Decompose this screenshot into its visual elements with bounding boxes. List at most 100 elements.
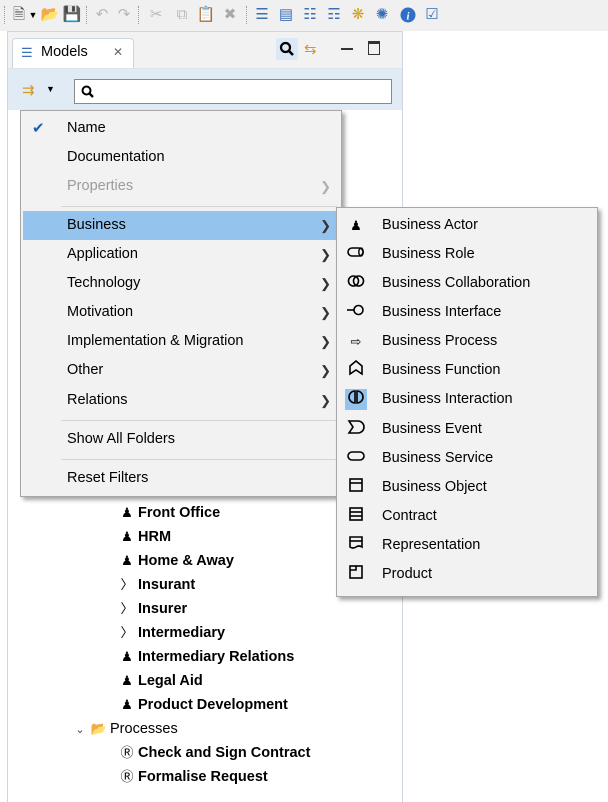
models-tab[interactable]: ☰ Models ✕ — [12, 38, 134, 68]
navigator-icon[interactable]: ☶ — [324, 7, 344, 23]
menu-item-business[interactable]: Business ❯ — [23, 211, 339, 240]
chevron-right-icon: ❯ — [320, 305, 331, 320]
outline-icon[interactable]: ☷ — [300, 7, 320, 23]
business-actor-icon: ♟ — [121, 553, 133, 568]
submenu-item-business-collaboration[interactable]: Business Collaboration — [339, 269, 595, 298]
tree-item[interactable]: 〉 Insurer — [116, 598, 187, 620]
properties-icon[interactable]: ▤ — [276, 7, 296, 23]
tree-item[interactable]: ♟ Front Office — [116, 502, 220, 524]
menu-item-motivation[interactable]: Motivation ❯ — [23, 298, 339, 327]
new-dropdown-icon[interactable]: ▼ — [28, 7, 38, 23]
filter-menu: ✔ Name Documentation Properties ❯ Business… — [20, 110, 342, 497]
submenu-item-business-role[interactable]: Business Role — [339, 240, 595, 269]
menu-separator — [61, 420, 337, 421]
paste-icon[interactable]: 📋 — [196, 7, 216, 23]
menu-item-other[interactable]: Other ❯ — [23, 356, 339, 385]
tree-item[interactable]: ♟ HRM — [116, 526, 171, 548]
maximize-icon[interactable] — [368, 41, 380, 55]
link-to-editor-icon[interactable]: ⇆ — [304, 40, 324, 60]
chevron-down-icon[interactable]: ⌄ — [72, 719, 88, 741]
business-role-icon: 〉 — [120, 625, 134, 640]
menu-item-properties[interactable]: Properties ❯ — [23, 172, 339, 201]
chevron-right-icon: ❯ — [320, 276, 331, 291]
open-folder-icon[interactable]: 📂 — [40, 7, 60, 23]
undo-icon[interactable]: ↶ — [92, 7, 112, 23]
filter-options-icon[interactable]: ⇉ — [22, 81, 35, 99]
business-interaction-icon: Ⓡ — [120, 769, 134, 784]
business-interaction-icon: Ⓡ — [120, 745, 134, 760]
copy-icon[interactable]: ⧉ — [172, 7, 192, 23]
submenu-item-business-actor[interactable]: ♟ Business Actor — [339, 211, 595, 240]
menu-item-reset-filters[interactable]: Reset Filters — [23, 464, 339, 493]
filter-dropdown-icon[interactable]: ▼ — [46, 84, 55, 94]
submenu-item-business-service[interactable]: Business Service — [339, 444, 595, 473]
menu-item-technology[interactable]: Technology ❯ — [23, 269, 339, 298]
tree-item[interactable]: ♟ Product Development — [116, 694, 288, 716]
submenu-item-contract[interactable]: Contract — [339, 502, 595, 531]
business-process-icon: ⇨ — [350, 334, 362, 349]
business-collaboration-icon — [345, 273, 367, 294]
chevron-right-icon: ❯ — [320, 179, 331, 194]
chevron-right-icon: ❯ — [320, 334, 331, 349]
models-tree-icon: ☰ — [21, 45, 33, 60]
menu-item-show-all-folders[interactable]: Show All Folders — [23, 425, 339, 454]
chevron-right-icon: ❯ — [320, 363, 331, 378]
chevron-right-icon: ❯ — [320, 393, 331, 408]
menu-item-name[interactable]: ✔ Name — [23, 114, 339, 143]
business-interface-icon — [345, 302, 367, 323]
main-toolbar: 🗎 ▼ 📂 💾 ↶ ↷ ✂ ⧉ 📋 ✖ ☰ ▤ ☷ ☶ ❋ ✺ i ☑ — [0, 0, 608, 31]
submenu-item-business-interface[interactable]: Business Interface — [339, 298, 595, 327]
business-actor-icon: ♟ — [121, 529, 133, 544]
menu-item-application[interactable]: Application ❯ — [23, 240, 339, 269]
submenu-item-business-interaction[interactable]: Business Interaction — [339, 385, 595, 414]
menu-separator — [61, 206, 337, 207]
redo-icon[interactable]: ↷ — [114, 7, 134, 23]
business-service-icon — [345, 448, 367, 469]
tree-item[interactable]: Ⓡ Check and Sign Contract — [116, 742, 310, 764]
new-icon[interactable]: 🗎 — [10, 7, 28, 23]
chevron-right-icon: ❯ — [320, 247, 331, 262]
business-submenu: ♟ Business Actor Business Role Business C… — [336, 207, 598, 597]
business-role-icon: 〉 — [120, 577, 134, 592]
minimize-icon[interactable] — [341, 48, 353, 50]
view-tabbar: ☰ Models ✕ ⇆ — [8, 32, 402, 69]
submenu-item-business-function[interactable]: Business Function — [339, 356, 595, 385]
delete-icon[interactable]: ✖ — [220, 7, 240, 23]
cut-icon[interactable]: ✂ — [146, 7, 166, 23]
business-event-icon — [345, 419, 367, 440]
tree-item[interactable]: ♟ Intermediary Relations — [116, 646, 294, 668]
tree-item[interactable]: ♟ Legal Aid — [116, 670, 203, 692]
tab-label: Models — [41, 44, 88, 60]
menu-item-documentation[interactable]: Documentation — [23, 143, 339, 172]
menu-item-implementation-migration[interactable]: Implementation & Migration ❯ — [23, 327, 339, 356]
hints-icon[interactable]: ✺ — [372, 7, 392, 23]
submenu-item-business-object[interactable]: Business Object — [339, 473, 595, 502]
validator-icon[interactable]: ☑ — [422, 7, 442, 23]
info-icon[interactable]: i — [398, 7, 418, 23]
business-object-icon — [345, 477, 367, 498]
tree-item[interactable]: Ⓡ Formalise Request — [116, 766, 267, 788]
business-role-icon — [345, 244, 367, 265]
submenu-item-product[interactable]: Product — [339, 560, 595, 589]
business-actor-icon: ♟ — [121, 673, 133, 688]
business-function-icon — [345, 359, 367, 381]
menu-separator — [61, 459, 337, 460]
save-icon[interactable]: 💾 — [62, 7, 82, 23]
submenu-item-representation[interactable]: Representation — [339, 531, 595, 560]
tree-item[interactable]: 〉 Intermediary — [116, 622, 225, 644]
submenu-item-business-process[interactable]: ⇨ Business Process — [339, 327, 595, 356]
menu-item-relations[interactable]: Relations ❯ — [23, 386, 339, 415]
submenu-item-business-event[interactable]: Business Event — [339, 415, 595, 444]
tree-item[interactable]: ♟ Home & Away — [116, 550, 234, 572]
search-input[interactable] — [74, 79, 392, 104]
tab-close-icon[interactable]: ✕ — [113, 45, 123, 59]
models-tree-icon[interactable]: ☰ — [252, 7, 272, 23]
chevron-right-icon: ❯ — [320, 218, 331, 233]
contract-icon — [345, 506, 367, 527]
tree-folder[interactable]: ⌄ 📂 Processes — [72, 718, 177, 741]
representation-icon — [345, 535, 367, 556]
tree-item[interactable]: 〉 Insurant — [116, 574, 195, 596]
search-filter-bar: ⇉ ▼ — [8, 69, 402, 110]
search-toggle-button[interactable] — [276, 38, 298, 60]
palette-icon[interactable]: ❋ — [348, 7, 368, 23]
